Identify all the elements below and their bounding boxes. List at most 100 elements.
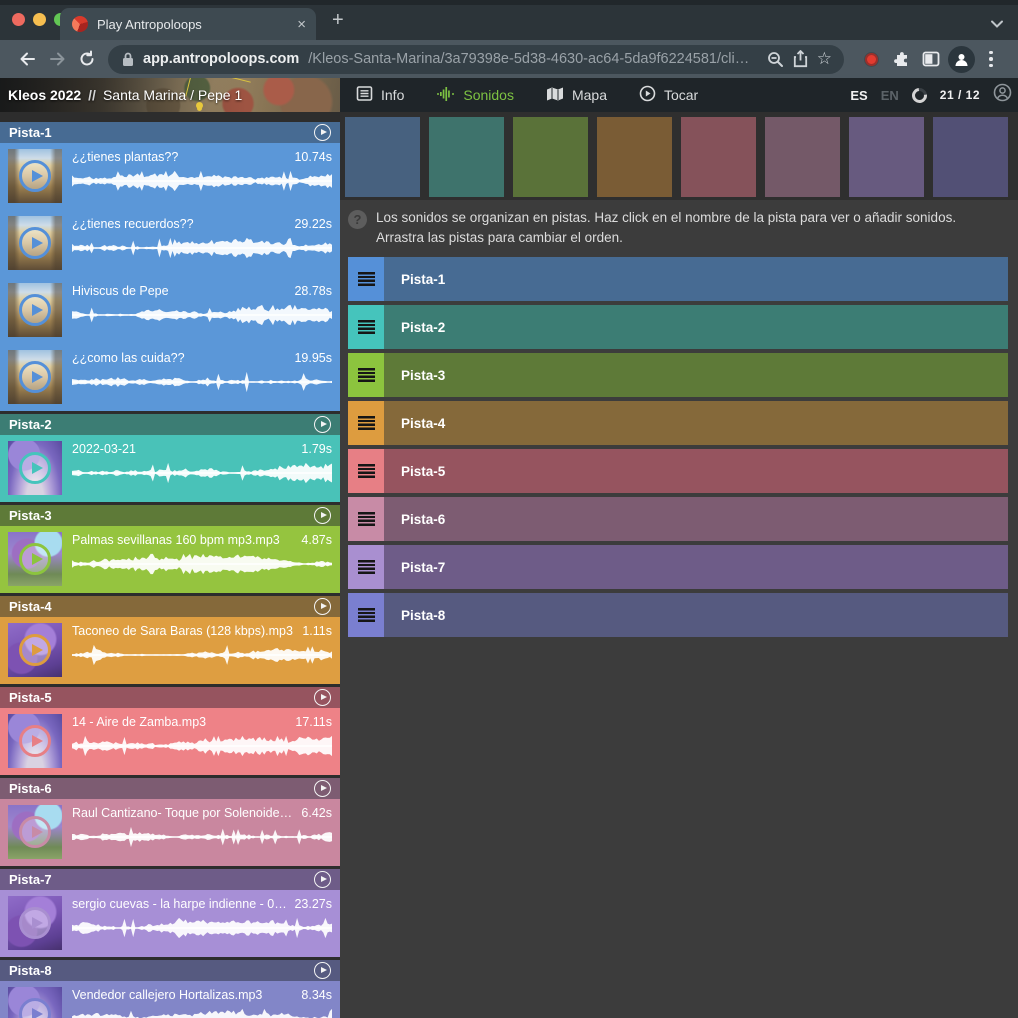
audio-clip[interactable]: Palmas sevillanas 160 bpm mp3.mp34.87s bbox=[0, 526, 340, 593]
track-play-button[interactable] bbox=[314, 871, 331, 888]
url-bar[interactable]: app.antropoloops.com /Kleos-Santa-Marina… bbox=[108, 45, 844, 74]
map-thumbnail-strip[interactable]: Kleos 2022//Santa Marina / Pepe 1 bbox=[0, 78, 340, 112]
track-play-button[interactable] bbox=[314, 689, 331, 706]
track-header[interactable]: Pista-3 bbox=[0, 505, 340, 526]
nav-tab-tocar[interactable]: Tocar bbox=[639, 85, 698, 105]
track-row-body[interactable]: Pista-4 bbox=[384, 401, 1008, 445]
browser-tab[interactable]: Play Antropoloops × bbox=[60, 8, 316, 40]
nav-tab-mapa[interactable]: Mapa bbox=[546, 86, 607, 105]
account-icon[interactable] bbox=[993, 83, 1012, 107]
forward-button[interactable] bbox=[42, 44, 72, 74]
track-row[interactable]: Pista-5 bbox=[348, 449, 1008, 493]
drag-handle[interactable] bbox=[348, 401, 384, 445]
clip-play-button[interactable] bbox=[19, 452, 51, 484]
drag-handle[interactable] bbox=[348, 305, 384, 349]
reload-button[interactable] bbox=[72, 44, 102, 74]
track-row-body[interactable]: Pista-8 bbox=[384, 593, 1008, 637]
drag-handle[interactable] bbox=[348, 545, 384, 589]
track-row-body[interactable]: Pista-1 bbox=[384, 257, 1008, 301]
lock-icon[interactable] bbox=[122, 52, 134, 67]
track-header[interactable]: Pista-7 bbox=[0, 869, 340, 890]
drag-handle[interactable] bbox=[348, 257, 384, 301]
tab-overflow-chevron-icon[interactable] bbox=[990, 16, 1004, 34]
audio-clip[interactable]: Raul Cantizano- Toque por Solenoide.mp36… bbox=[0, 799, 340, 866]
clip-play-button[interactable] bbox=[19, 227, 51, 259]
browser-profile-avatar[interactable] bbox=[946, 44, 976, 74]
drag-handle[interactable] bbox=[348, 593, 384, 637]
track-play-button[interactable] bbox=[314, 124, 331, 141]
nav-tab-info[interactable]: Info bbox=[356, 85, 404, 105]
tab-close-icon[interactable]: × bbox=[297, 17, 306, 32]
track-row-body[interactable]: Pista-7 bbox=[384, 545, 1008, 589]
track-row[interactable]: Pista-6 bbox=[348, 497, 1008, 541]
side-panel-icon[interactable] bbox=[916, 44, 946, 74]
drag-handle[interactable] bbox=[348, 353, 384, 397]
audio-clip[interactable]: ¿¿tienes plantas??10.74s bbox=[0, 143, 340, 210]
track-play-button[interactable] bbox=[314, 416, 331, 433]
track-color-swatch[interactable] bbox=[681, 117, 756, 197]
track-row-body[interactable]: Pista-3 bbox=[384, 353, 1008, 397]
record-extension-icon[interactable] bbox=[856, 44, 886, 74]
drag-handle[interactable] bbox=[348, 449, 384, 493]
play-icon bbox=[321, 785, 327, 791]
nav-tab-sonidos[interactable]: Sonidos bbox=[436, 86, 514, 105]
audio-clip[interactable]: Vendedor callejero Hortalizas.mp38.34s bbox=[0, 981, 340, 1018]
track-row-body[interactable]: Pista-6 bbox=[384, 497, 1008, 541]
track-play-button[interactable] bbox=[314, 962, 331, 979]
track-row[interactable]: Pista-3 bbox=[348, 353, 1008, 397]
clip-play-button[interactable] bbox=[19, 998, 51, 1018]
clip-play-button[interactable] bbox=[19, 634, 51, 666]
clip-play-button[interactable] bbox=[19, 361, 51, 393]
track-header[interactable]: Pista-2 bbox=[0, 414, 340, 435]
track-row-body[interactable]: Pista-2 bbox=[384, 305, 1008, 349]
clip-play-button[interactable] bbox=[19, 543, 51, 575]
track-play-button[interactable] bbox=[314, 507, 331, 524]
zoom-out-page-icon[interactable] bbox=[767, 51, 784, 68]
track-color-swatch[interactable] bbox=[765, 117, 840, 197]
track-header[interactable]: Pista-5 bbox=[0, 687, 340, 708]
track-header[interactable]: Pista-4 bbox=[0, 596, 340, 617]
back-button[interactable] bbox=[12, 44, 42, 74]
clip-play-button[interactable] bbox=[19, 294, 51, 326]
track-play-button[interactable] bbox=[314, 780, 331, 797]
track-row[interactable]: Pista-1 bbox=[348, 257, 1008, 301]
track-row[interactable]: Pista-4 bbox=[348, 401, 1008, 445]
browser-menu-icon[interactable] bbox=[976, 44, 1006, 74]
bookmark-star-icon[interactable]: ☆ bbox=[817, 49, 832, 69]
track-color-swatch[interactable] bbox=[597, 117, 672, 197]
audio-clip[interactable]: ¿¿tienes recuerdos??29.22s bbox=[0, 210, 340, 277]
drag-handle[interactable] bbox=[348, 497, 384, 541]
clip-play-button[interactable] bbox=[19, 725, 51, 757]
track-row[interactable]: Pista-2 bbox=[348, 305, 1008, 349]
clip-play-button[interactable] bbox=[19, 907, 51, 939]
track-color-swatch[interactable] bbox=[429, 117, 504, 197]
track-header[interactable]: Pista-6 bbox=[0, 778, 340, 799]
track-color-swatch[interactable] bbox=[933, 117, 1008, 197]
audio-clip[interactable]: ¿¿como las cuida??19.95s bbox=[0, 344, 340, 411]
track-row[interactable]: Pista-7 bbox=[348, 545, 1008, 589]
window-close-button[interactable] bbox=[12, 13, 25, 26]
language-es[interactable]: ES bbox=[850, 88, 867, 103]
track-row-body[interactable]: Pista-5 bbox=[384, 449, 1008, 493]
track-color-swatch[interactable] bbox=[345, 117, 420, 197]
audio-clip[interactable]: sergio cuevas - la harpe indienne - 03 -… bbox=[0, 890, 340, 957]
track-header[interactable]: Pista-8 bbox=[0, 960, 340, 981]
audio-clip[interactable]: 14 - Aire de Zamba.mp317.11s bbox=[0, 708, 340, 775]
track-header[interactable]: Pista-1 bbox=[0, 122, 340, 143]
language-en[interactable]: EN bbox=[881, 88, 899, 103]
extensions-puzzle-icon[interactable] bbox=[886, 44, 916, 74]
track-row[interactable]: Pista-8 bbox=[348, 593, 1008, 637]
clip-name: sergio cuevas - la harpe indienne - 03 -… bbox=[72, 897, 288, 911]
audio-clip[interactable]: Taconeo de Sara Baras (128 kbps).mp31.11… bbox=[0, 617, 340, 684]
track-color-swatch[interactable] bbox=[849, 117, 924, 197]
clip-thumbnail bbox=[8, 987, 62, 1018]
track-play-button[interactable] bbox=[314, 598, 331, 615]
new-tab-button[interactable]: + bbox=[332, 12, 344, 29]
window-minimize-button[interactable] bbox=[33, 13, 46, 26]
clip-play-button[interactable] bbox=[19, 816, 51, 848]
audio-clip[interactable]: Hiviscus de Pepe28.78s bbox=[0, 277, 340, 344]
clip-play-button[interactable] bbox=[19, 160, 51, 192]
track-color-swatch[interactable] bbox=[513, 117, 588, 197]
audio-clip[interactable]: 2022-03-211.79s bbox=[0, 435, 340, 502]
share-icon[interactable] bbox=[793, 50, 808, 68]
